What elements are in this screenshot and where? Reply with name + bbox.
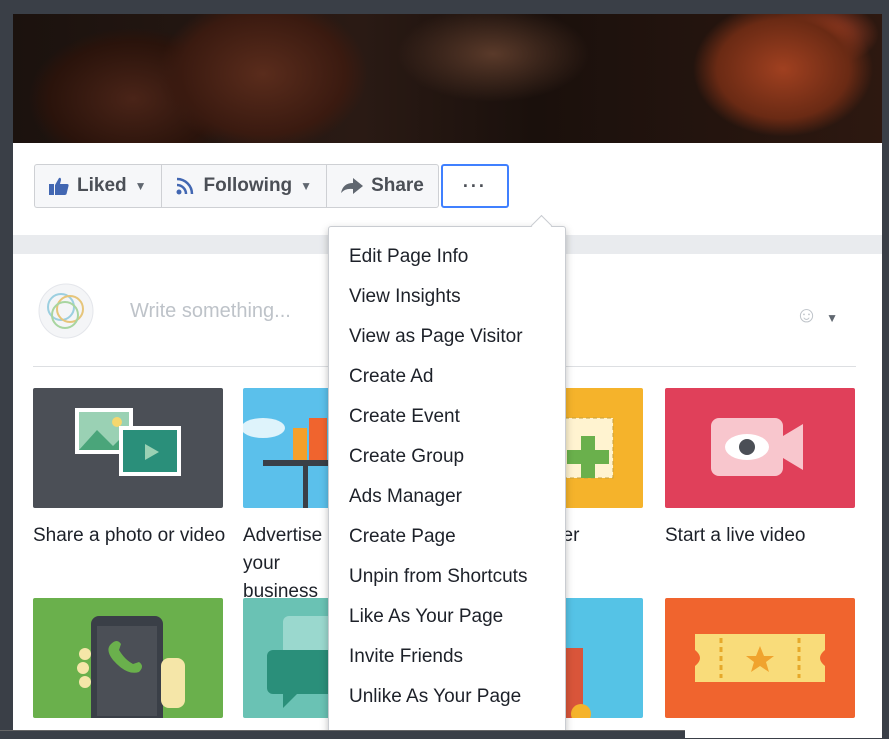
following-button[interactable]: Following ▼ — [160, 164, 327, 208]
menu-item-view-as-visitor[interactable]: View as Page Visitor — [349, 326, 523, 348]
menu-item-unlike-as-page[interactable]: Unlike As Your Page — [349, 686, 521, 708]
tile-label-share-photo: Share a photo or video — [33, 525, 226, 546]
action-button-group: Liked ▼ Following ▼ Share ··· — [34, 164, 509, 208]
menu-item-create-event[interactable]: Create Event — [349, 406, 460, 428]
rss-icon — [176, 177, 196, 195]
write-something-input[interactable]: Write something... — [130, 300, 291, 323]
menu-item-create-page[interactable]: Create Page — [349, 526, 456, 548]
thumbs-up-icon — [49, 177, 69, 195]
tile-share-photo[interactable] — [33, 388, 223, 508]
share-button[interactable]: Share — [326, 164, 439, 208]
smiley-icon: ☺ — [795, 302, 818, 327]
cover-photo[interactable] — [13, 14, 882, 143]
chevron-down-icon: ▼ — [134, 179, 147, 193]
menu-item-create-ad[interactable]: Create Ad — [349, 366, 434, 388]
page-frame: Liked ▼ Following ▼ Share ··· Write some… — [13, 14, 882, 738]
menu-item-unpin-shortcuts[interactable]: Unpin from Shortcuts — [349, 566, 527, 588]
page-action-bar: Liked ▼ Following ▼ Share ··· — [13, 143, 882, 235]
liked-button[interactable]: Liked ▼ — [34, 164, 161, 208]
audience-selector[interactable]: ☺ ▼ — [795, 302, 838, 328]
liked-label: Liked — [77, 175, 127, 196]
ticket-icon — [695, 634, 825, 682]
menu-item-edit-page-info[interactable]: Edit Page Info — [349, 246, 468, 268]
following-label: Following — [203, 175, 293, 196]
tile-tickets[interactable] — [665, 598, 855, 718]
chevron-down-icon: ▼ — [826, 311, 838, 325]
avatar[interactable] — [37, 282, 95, 340]
menu-item-view-insights[interactable]: View Insights — [349, 286, 461, 308]
tile-label-live-video: Start a live video — [665, 525, 806, 546]
ellipsis-icon: ··· — [462, 175, 487, 196]
more-options-button[interactable]: ··· — [440, 164, 509, 208]
tile-label-advertise: Advertise your business — [243, 525, 323, 602]
chevron-down-icon: ▼ — [300, 179, 313, 193]
tile-live-video[interactable] — [665, 388, 855, 508]
menu-item-ads-manager[interactable]: Ads Manager — [349, 486, 462, 508]
share-arrow-icon — [341, 178, 364, 194]
phone-call-icon — [77, 616, 185, 718]
more-options-menu: Edit Page Info View Insights View as Pag… — [328, 226, 566, 738]
tile-call[interactable] — [33, 598, 223, 718]
menu-item-invite-friends[interactable]: Invite Friends — [349, 646, 463, 668]
menu-item-create-group[interactable]: Create Group — [349, 446, 464, 468]
share-label: Share — [371, 175, 424, 196]
menu-item-like-as-page[interactable]: Like As Your Page — [349, 606, 503, 628]
live-camera-icon — [711, 418, 803, 476]
photo-video-icon — [75, 408, 181, 476]
